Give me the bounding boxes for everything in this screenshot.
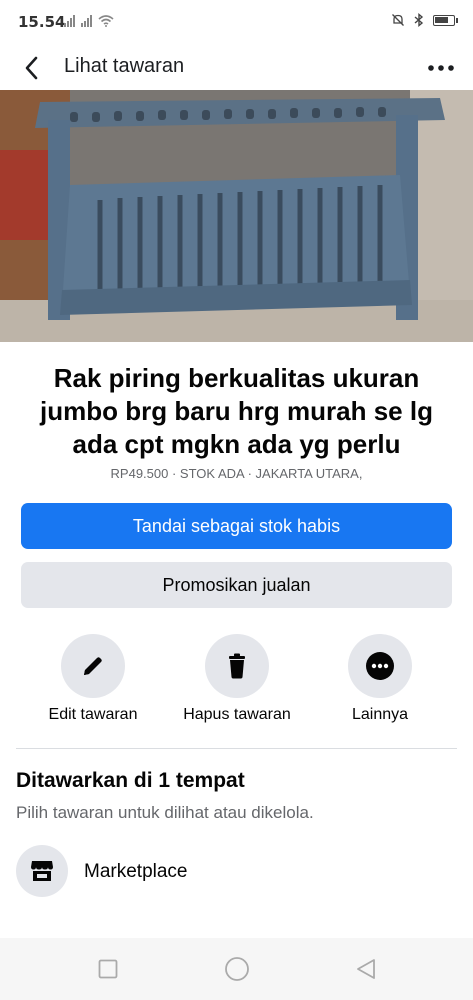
bluetooth-icon — [414, 13, 424, 27]
signal-icon — [64, 15, 75, 27]
chevron-left-icon — [25, 56, 38, 80]
marketplace-item[interactable]: Marketplace — [16, 845, 457, 899]
more-actions-action[interactable]: Lainnya — [305, 634, 455, 729]
section-divider — [16, 748, 457, 749]
more-circle-icon — [366, 652, 394, 680]
more-options-button[interactable] — [425, 52, 457, 84]
product-photo[interactable] — [0, 90, 473, 342]
mute-bell-icon — [392, 14, 404, 26]
listing-title: Rak piring berkualitas ukuran jumbo brg … — [40, 363, 433, 459]
signal-indicators — [64, 15, 114, 27]
marketplace-label: Marketplace — [84, 861, 188, 882]
storefront-icon — [31, 861, 53, 881]
back-nav-button[interactable] — [351, 954, 381, 984]
dish-rack-image — [0, 90, 473, 342]
back-button[interactable] — [16, 52, 48, 84]
action-label: Lainnya — [351, 706, 409, 723]
status-time: 15.54 — [18, 13, 66, 31]
promote-listing-button[interactable]: Promosikan jualan — [21, 562, 452, 608]
trash-icon — [229, 653, 245, 679]
signal-icon — [81, 15, 92, 27]
home-button[interactable] — [222, 954, 252, 984]
more-horizontal-icon — [428, 65, 454, 71]
listing-meta: RP49.500 · STOK ADA · JAKARTA UTARA, — [110, 466, 363, 481]
action-label: Edit tawaran — [48, 706, 138, 723]
app-header: Lihat tawaran — [0, 44, 473, 90]
circle-icon — [225, 957, 249, 981]
offered-section-title: Ditawarkan di 1 tempat — [16, 769, 245, 792]
delete-listing-action[interactable]: Hapus tawaran — [162, 634, 312, 729]
pencil-icon — [84, 657, 102, 675]
battery-fill — [435, 16, 448, 23]
status-bar: 15.54 — [0, 0, 473, 44]
more-actions-button[interactable] — [348, 634, 412, 698]
edit-listing-action[interactable]: Edit tawaran — [18, 634, 168, 729]
marketplace-icon-circle — [16, 845, 68, 897]
system-nav-bar — [0, 938, 473, 1000]
action-label: Hapus tawaran — [183, 706, 291, 723]
wifi-icon — [98, 15, 114, 27]
page-title: Lihat tawaran — [64, 55, 185, 77]
mark-sold-button[interactable]: Tandai sebagai stok habis — [21, 503, 452, 549]
delete-listing-button[interactable] — [205, 634, 269, 698]
edit-listing-button[interactable] — [61, 634, 125, 698]
recents-button[interactable] — [93, 954, 123, 984]
square-icon — [98, 959, 118, 979]
status-right — [391, 13, 458, 27]
triangle-back-icon — [357, 959, 375, 979]
offered-section-subtitle: Pilih tawaran untuk dilihat atau dikelol… — [16, 803, 314, 822]
battery-icon — [433, 14, 458, 26]
